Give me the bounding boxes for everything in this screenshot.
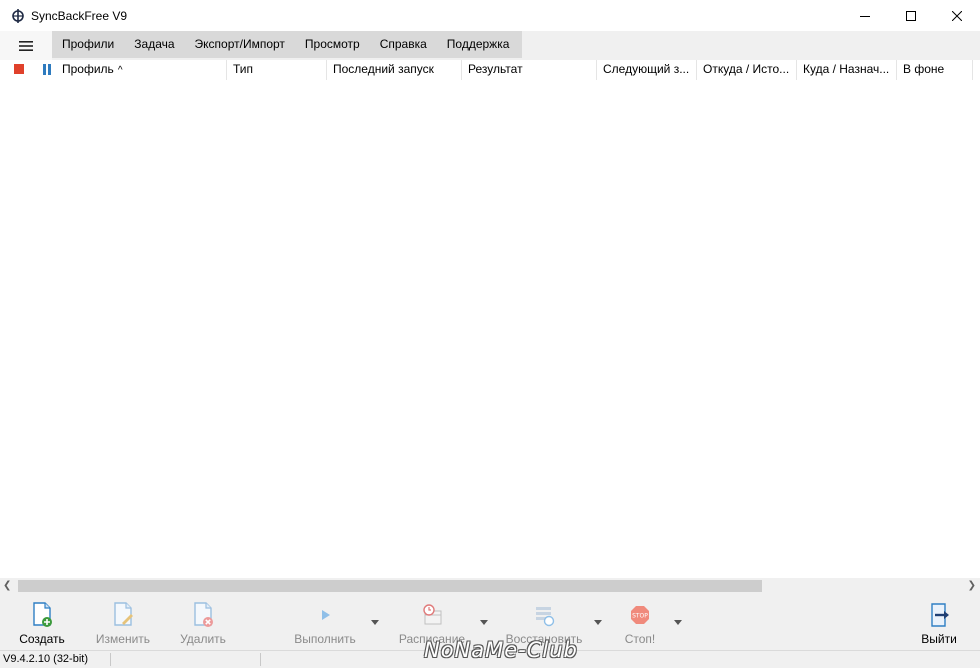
title-bar: SyncBackFree V9 — [0, 0, 980, 31]
column-header-source[interactable]: Откуда / Исто... — [697, 60, 797, 80]
run-icon — [311, 600, 339, 630]
stop-button-label: Стоп! — [624, 632, 656, 646]
column-header-background[interactable]: В фоне — [897, 60, 973, 80]
syncback-app-icon — [10, 8, 26, 24]
column-header-profile-label: Профиль — [62, 62, 114, 76]
version-label: V9.4.2.10 (32-bit) — [3, 653, 88, 665]
exit-button[interactable]: Выйти — [916, 594, 962, 648]
stop-sign-icon: STOP — [626, 600, 654, 630]
column-header-destination[interactable]: Куда / Назнач... — [797, 60, 897, 80]
hamburger-menu-icon[interactable] — [0, 31, 52, 60]
status-separator — [110, 653, 111, 666]
new-profile-icon — [28, 600, 56, 630]
column-header-next-run[interactable]: Следующий з... — [597, 60, 697, 80]
horizontal-scrollbar[interactable]: ❮ ❯ — [0, 578, 980, 594]
menu-export-import[interactable]: Экспорт/Импорт — [185, 31, 295, 58]
exit-icon — [925, 600, 953, 630]
restore-dropdown-chevron-down-icon[interactable] — [592, 616, 604, 628]
create-button-label: Создать — [19, 632, 65, 646]
column-header-profile[interactable]: Профиль ^ — [56, 60, 227, 80]
create-button[interactable]: Создать — [14, 594, 70, 648]
stop-all-icon[interactable] — [14, 64, 24, 74]
minimize-button[interactable] — [842, 0, 888, 31]
column-header-result[interactable]: Результат — [462, 60, 597, 80]
edit-profile-icon — [109, 600, 137, 630]
sort-ascending-icon: ^ — [117, 65, 123, 76]
scroll-left-arrow-icon[interactable]: ❮ — [3, 580, 11, 591]
menu-support[interactable]: Поддержка — [437, 31, 520, 58]
delete-profile-icon — [189, 600, 217, 630]
scroll-right-arrow-icon[interactable]: ❯ — [968, 580, 976, 591]
window-title: SyncBackFree V9 — [31, 9, 128, 23]
menu-task[interactable]: Задача — [124, 31, 184, 58]
column-header-type[interactable]: Тип — [227, 60, 327, 80]
run-button-label: Выполнить — [294, 632, 356, 646]
stop-button[interactable]: STOP Стоп! — [618, 594, 662, 648]
close-button[interactable] — [934, 0, 980, 31]
run-dropdown-chevron-down-icon[interactable] — [369, 616, 381, 628]
scrollbar-thumb[interactable] — [18, 580, 762, 592]
delete-button[interactable]: Удалить — [176, 594, 230, 648]
profile-list[interactable] — [0, 80, 980, 578]
pause-all-icon[interactable] — [42, 64, 52, 75]
menu-profiles[interactable]: Профили — [52, 31, 124, 58]
restore-icon — [530, 600, 558, 630]
exit-button-label: Выйти — [921, 632, 957, 646]
maximize-button[interactable] — [888, 0, 934, 31]
menu-strip: Профили Задача Экспорт/Импорт Просмотр С… — [52, 31, 522, 58]
stop-dropdown-chevron-down-icon[interactable] — [672, 616, 684, 628]
svg-text:STOP: STOP — [632, 613, 648, 620]
edit-button-label: Изменить — [95, 632, 151, 646]
watermark-text: NoNaMe-Club — [424, 638, 578, 662]
run-button[interactable]: Выполнить — [289, 594, 361, 648]
delete-button-label: Удалить — [180, 632, 226, 646]
edit-button[interactable]: Изменить — [92, 594, 154, 648]
menu-bar: Профили Задача Экспорт/Импорт Просмотр С… — [0, 31, 980, 60]
status-separator — [260, 653, 261, 666]
column-header-last-run[interactable]: Последний запуск — [327, 60, 462, 80]
schedule-icon — [418, 600, 446, 630]
menu-help[interactable]: Справка — [370, 31, 437, 58]
schedule-dropdown-chevron-down-icon[interactable] — [478, 616, 490, 628]
menu-view[interactable]: Просмотр — [295, 31, 370, 58]
